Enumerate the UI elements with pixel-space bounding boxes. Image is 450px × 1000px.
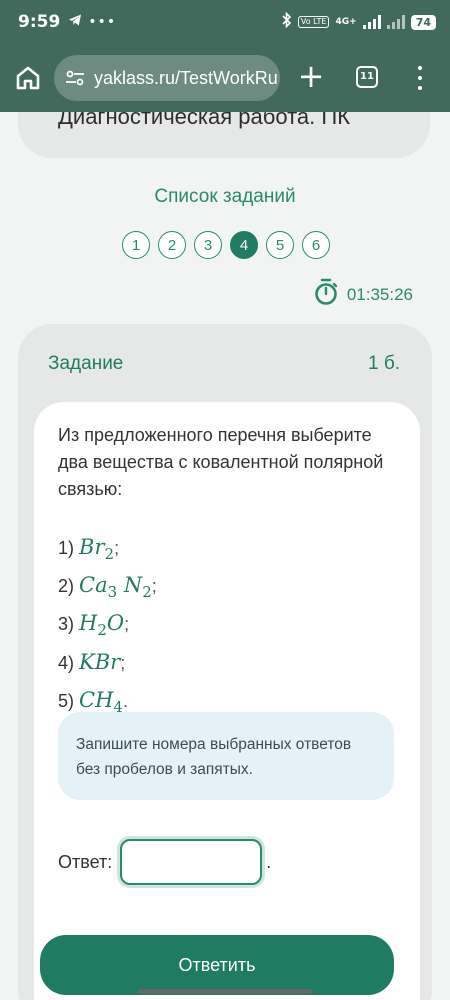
test-title-card: Диагностическая работа. ПК [18, 112, 430, 158]
answer-input[interactable] [120, 839, 263, 885]
stopwatch-icon [313, 278, 339, 311]
question-text: Из предложенного перечня выберите два ве… [58, 425, 384, 499]
task-body: Из предложенного перечня выберите два ве… [34, 402, 420, 1000]
signal-icon-2 [386, 15, 405, 29]
option-3: 3) H2O; [58, 611, 130, 640]
site-settings-icon[interactable] [64, 67, 86, 89]
tab-switcher-button[interactable]: 11 [356, 66, 378, 88]
signal-icon [362, 15, 381, 29]
task-panel: Задание 1 б. Из предложенного перечня вы… [18, 324, 432, 1000]
more-notifications-icon: ••• [88, 14, 117, 30]
task-page-3[interactable]: 3 [194, 231, 222, 259]
task-page-2[interactable]: 2 [158, 231, 186, 259]
home-icon[interactable] [14, 64, 42, 92]
battery-icon: 74 [410, 14, 436, 30]
telegram-icon [68, 13, 82, 31]
network-type: 4G+ [335, 17, 357, 27]
answer-label: Ответ: [58, 851, 113, 872]
task-score: 1 б. [367, 353, 400, 374]
bluetooth-icon [282, 11, 292, 32]
timer-value: 01:35:26 [346, 284, 413, 304]
submit-answer-button[interactable]: Ответить [40, 935, 394, 995]
answer-row: Ответ: . [58, 839, 271, 885]
more-menu-icon[interactable] [414, 66, 426, 90]
task-page-5[interactable]: 5 [266, 231, 294, 259]
task-pager: 1 2 3 4 5 6 [122, 231, 330, 259]
url-text: yaklass.ru/TestWorkRu [94, 67, 278, 88]
gesture-nav-handle[interactable] [138, 989, 312, 994]
browser-toolbar: yaklass.ru/TestWorkRu + 11 [0, 44, 450, 112]
timer: 01:35:26 [313, 278, 413, 311]
status-time: 9:59 [18, 12, 61, 32]
task-heading: Задание [48, 353, 124, 374]
page-title: Диагностическая работа. ПК [58, 112, 351, 129]
address-bar[interactable]: yaklass.ru/TestWorkRu [54, 55, 280, 101]
task-list-title[interactable]: Список заданий [0, 186, 450, 208]
task-page-6[interactable]: 6 [302, 231, 330, 259]
task-page-4[interactable]: 4 [230, 231, 258, 259]
task-page-1[interactable]: 1 [122, 231, 150, 259]
answer-hint: Запишите номера выбранных ответов без пр… [58, 712, 394, 800]
option-4: 4) KBr; [58, 649, 126, 674]
status-bar: 9:59 ••• Vo LTE 4G+ 74 [0, 0, 450, 44]
option-1: 1) Br2; [58, 535, 120, 564]
options-list: 1) Br2; 2) Ca3 N2; 3) H2O; 4) KBr; 5) CH… [58, 532, 157, 723]
volte-icon: Vo LTE [297, 16, 330, 28]
option-2: 2) Ca3 N2; [58, 573, 157, 602]
answer-end-dot: . [266, 851, 272, 872]
new-tab-icon[interactable]: + [296, 60, 326, 92]
